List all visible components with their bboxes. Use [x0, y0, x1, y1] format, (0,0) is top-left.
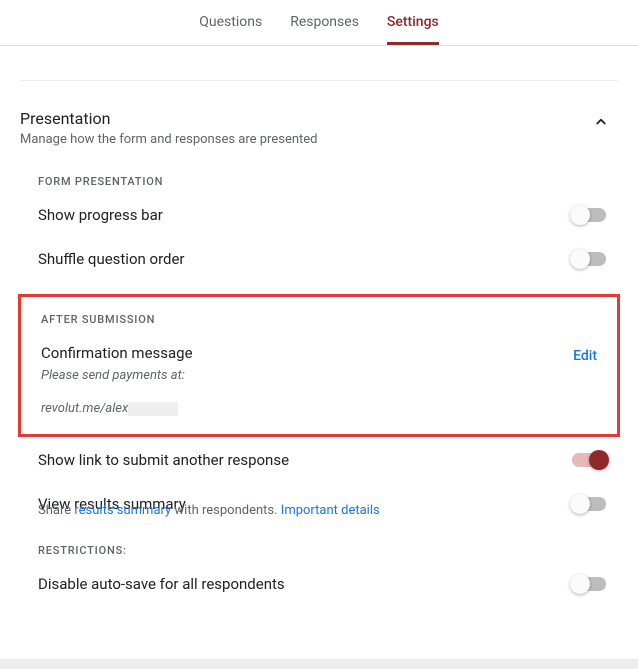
presentation-subtitle: Manage how the form and responses are pr… — [20, 132, 318, 147]
results-summary-subrow: Share results summary with respondents. … — [20, 499, 618, 518]
tabs-bar: Questions Responses Settings — [0, 0, 638, 46]
redacted-text — [128, 402, 178, 416]
another-response-toggle[interactable] — [572, 453, 606, 467]
divider — [20, 80, 618, 81]
shuffle-label: Shuffle question order — [38, 250, 185, 268]
confirmation-message-line2: revolut.me/alex — [41, 401, 193, 416]
restrictions-label: RESTRICTIONS: — [38, 544, 618, 557]
confirmation-url-prefix: revolut.me/alex — [41, 401, 128, 416]
progress-bar-label: Show progress bar — [38, 206, 163, 224]
edit-confirmation-button[interactable]: Edit — [565, 344, 605, 368]
progress-bar-toggle[interactable] — [572, 208, 606, 222]
shuffle-toggle[interactable] — [572, 252, 606, 266]
chevron-up-icon[interactable] — [584, 109, 618, 140]
another-response-row: Show link to submit another response — [20, 451, 618, 469]
tab-settings[interactable]: Settings — [387, 14, 439, 45]
autosave-row: Disable auto-save for all respondents — [20, 575, 618, 593]
results-share-prefix: Share — [38, 503, 74, 518]
shuffle-row: Shuffle question order — [20, 250, 618, 268]
tab-responses[interactable]: Responses — [290, 14, 359, 45]
presentation-title: Presentation — [20, 109, 318, 128]
bottom-divider — [0, 659, 638, 669]
presentation-section-header[interactable]: Presentation Manage how the form and res… — [20, 109, 618, 147]
another-response-label: Show link to submit another response — [38, 451, 289, 469]
important-details-link[interactable]: Important details — [281, 503, 380, 518]
settings-content: Presentation Manage how the form and res… — [0, 46, 638, 639]
confirmation-message-line1: Please send payments at: — [41, 368, 193, 383]
form-presentation-label: FORM PRESENTATION — [38, 175, 618, 188]
results-share-suffix: with respondents. — [171, 503, 281, 518]
confirmation-message-title: Confirmation message — [41, 344, 193, 362]
autosave-toggle[interactable] — [572, 577, 606, 591]
results-summary-toggle[interactable] — [572, 497, 606, 511]
tab-questions[interactable]: Questions — [199, 14, 262, 45]
after-submission-highlight: AFTER SUBMISSION Confirmation message Pl… — [18, 294, 620, 437]
progress-bar-row: Show progress bar — [20, 206, 618, 224]
results-summary-link[interactable]: results summary — [74, 503, 171, 518]
autosave-label: Disable auto-save for all respondents — [38, 575, 285, 593]
after-submission-label: AFTER SUBMISSION — [41, 313, 605, 326]
